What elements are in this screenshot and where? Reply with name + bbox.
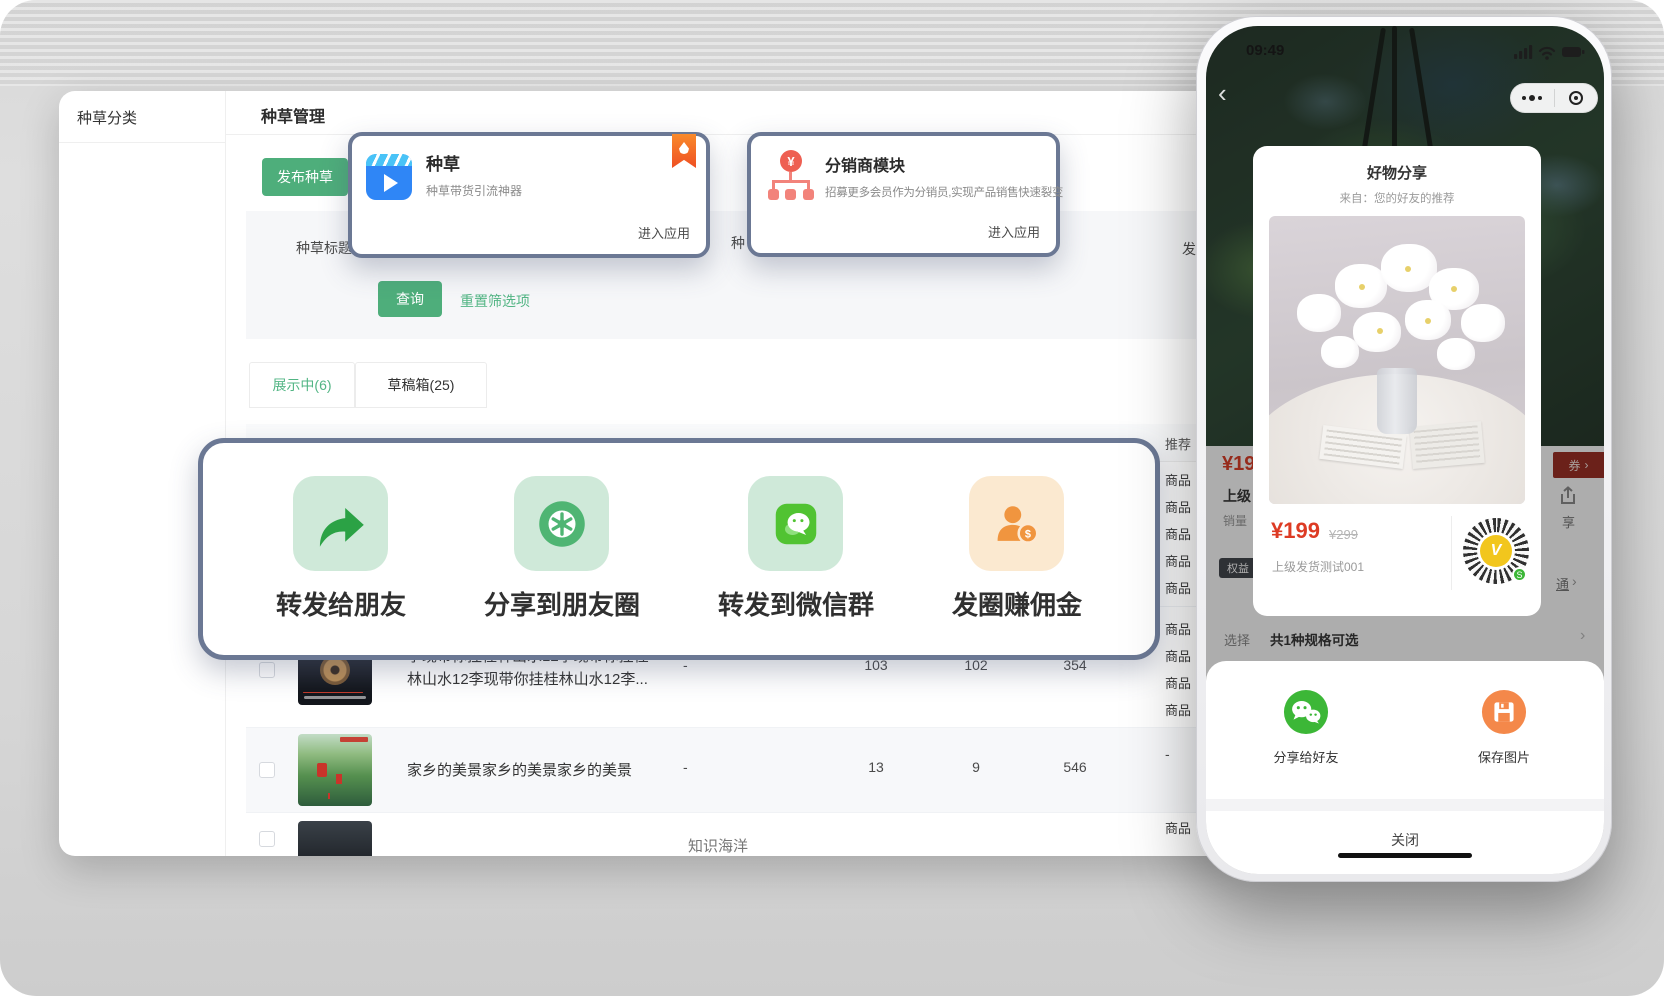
tab-showing[interactable]: 展示中(6) [249,362,355,408]
app-card-seeding[interactable]: 种草 种草带货引流神器 进入应用 [348,132,710,258]
share-to-moments-item[interactable]: 分享到朋友圈 [484,476,640,622]
forward-arrow-icon [293,476,388,571]
cell-stat: 13 [836,759,916,775]
video-thumbnail[interactable] [298,734,372,806]
share-to-friend-label: 分享给好友 [1273,747,1338,766]
close-target-icon[interactable] [1555,91,1598,105]
product-link[interactable]: 商品 [1165,815,1191,842]
modal-price: ¥199 [1271,518,1320,544]
share-item-label: 转发给朋友 [276,585,406,622]
tab-showing-label: 展示中(6) [272,375,331,395]
share-item-label: 分享到朋友圈 [484,585,640,622]
app-card-title: 分销商模块 [825,152,905,176]
marketing-screenshot: 种草分类 种草管理 发布种草 种草标题 种 发布 查询 重置筛选项 展示中(6)… [0,0,1664,996]
seeding-title-fragment: 知识海洋 [688,835,748,856]
seeding-title: 家乡的美景家乡的美景家乡的美景 [407,759,632,780]
row-checkbox[interactable] [259,662,275,678]
row-checkbox[interactable] [259,762,275,778]
seeding-title: 林山水12李现带你挂桂林山水12李... [407,668,648,689]
modal-divider [1451,516,1452,590]
share-capabilities-panel: 转发给朋友 分享到朋友圈 [198,438,1160,660]
product-link[interactable]: 商品 [1165,697,1191,724]
cell-stat: 546 [1035,759,1115,775]
cell-dash: - [1165,746,1170,762]
share-item-label: 发圈赚佣金 [952,585,1082,622]
save-floppy-icon [1481,689,1527,735]
product-link[interactable]: 商品 [1165,467,1191,494]
wechat-bubble-icon [748,476,843,571]
page-title: 种草管理 [261,103,325,127]
cell-dash: - [683,759,688,775]
sheet-divider [1206,799,1604,811]
enter-app-link[interactable]: 进入应用 [988,222,1040,241]
hot-ribbon-flame-icon [672,134,696,168]
share-modal: 好物分享 来自：您的好友的推荐 [1253,146,1541,616]
product-link[interactable]: 商品 [1165,616,1191,643]
app-card-subtitle: 种草带货引流神器 [426,182,522,199]
filter-title-label: 种草标题 [296,238,352,258]
app-card-title: 种草 [426,150,460,175]
product-link[interactable]: 商品 [1165,521,1191,548]
reset-filters-link[interactable]: 重置筛选项 [460,291,530,311]
table-row[interactable]: 家乡的美景家乡的美景家乡的美景 - 13 9 546 - [246,727,1240,812]
share-item-label: 转发到微信群 [718,585,874,622]
video-thumbnail[interactable] [298,821,372,856]
app-card-subtitle: 招募更多会员作为分销员,实现产品销售快速裂变 [825,184,1063,200]
person-dollar-icon: $ [969,476,1064,571]
app-card-distributor[interactable]: ¥ 分销商模块 招募更多会员作为分销员,实现产品销售快速裂变 进入应用 [747,132,1060,257]
distributor-app-icon: ¥ [767,150,815,200]
product-photo-orchids [1269,216,1525,504]
modal-original-price: ¥299 [1329,527,1358,542]
save-image-label: 保存图片 [1478,747,1530,766]
status-bar-time: 09:49 [1246,42,1284,59]
enter-app-link[interactable]: 进入应用 [638,223,690,242]
product-link[interactable]: 商品 [1165,494,1191,521]
moments-aperture-icon [514,476,609,571]
save-image-action[interactable]: 保存图片 [1444,689,1564,766]
phone-screen: ¥19 上级 销量 权益 券› 享 通 › 选择 共1种规格可选 › [1206,26,1604,874]
modal-from-text: 来自：您的好友的推荐 [1253,190,1541,206]
filter-category-label-fragment: 种 [731,233,745,253]
svg-text:$: $ [1025,528,1031,540]
back-chevron-icon[interactable]: ‹ [1218,78,1227,109]
share-to-wechat-group-item[interactable]: 转发到微信群 [718,476,874,622]
publish-seeding-button[interactable]: 发布种草 [262,158,348,196]
video-app-icon [366,154,412,200]
tab-drafts[interactable]: 草稿箱(25) [355,362,487,408]
share-to-friend-action[interactable]: 分享给好友 [1246,689,1366,766]
product-link[interactable]: 商品 [1165,643,1191,670]
bottom-action-sheet: 分享给好友 保存图片 关闭 [1206,661,1604,874]
sidebar-divider [59,142,225,143]
table-header-recommend-fragment: 推荐 [1165,434,1191,453]
row-checkbox[interactable] [259,831,275,847]
phone-mockup: ¥19 上级 销量 权益 券› 享 通 › 选择 共1种规格可选 › [1196,16,1612,882]
product-link[interactable]: 商品 [1165,575,1191,602]
more-menu-icon[interactable] [1511,95,1554,101]
sidebar-item-seeding-category[interactable]: 种草分类 [77,107,137,128]
product-link[interactable]: 商品 [1165,548,1191,575]
modal-product-name: 上级发货测试001 [1272,558,1364,575]
modal-title: 好物分享 [1253,162,1541,183]
home-indicator[interactable] [1338,853,1472,858]
earn-commission-item[interactable]: $ 发圈赚佣金 [952,476,1082,622]
status-bar-icons [1514,44,1586,60]
query-button[interactable]: 查询 [378,281,442,317]
wechat-icon [1283,689,1329,735]
table-row[interactable]: 知识海洋 商品 [246,812,1240,856]
miniprogram-qr-code: V S [1463,518,1529,584]
cell-stat: 9 [936,759,1016,775]
share-to-friend-item[interactable]: 转发给朋友 [276,476,406,622]
tab-drafts-label: 草稿箱(25) [388,375,455,395]
product-link[interactable]: 商品 [1165,670,1191,697]
miniprogram-capsule [1510,83,1598,113]
